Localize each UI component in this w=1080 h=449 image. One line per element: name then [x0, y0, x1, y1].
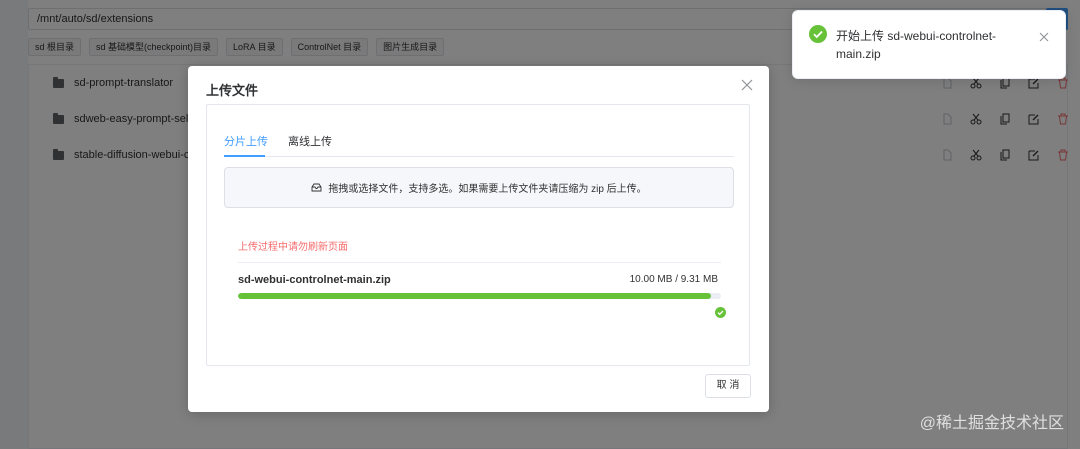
upload-progress-bar — [238, 293, 721, 299]
close-icon[interactable] — [1039, 29, 1049, 42]
check-circle-icon — [715, 307, 726, 318]
upload-panel: 分片上传 离线上传 拖拽或选择文件，支持多选。如果需要上传文件夹请压缩为 zip… — [206, 104, 750, 366]
cancel-button[interactable]: 取 消 — [705, 374, 751, 398]
inbox-icon — [311, 183, 322, 192]
upload-file-name: sd-webui-controlnet-main.zip — [238, 274, 391, 286]
active-tab-indicator — [224, 155, 265, 157]
watermark-text: @稀土掘金技术社区 — [919, 415, 1064, 432]
upload-dialog: 上传文件 分片上传 离线上传 拖拽或选择文件，支持多选。如果需要上传文件夹请压缩… — [188, 66, 769, 412]
close-icon[interactable] — [741, 78, 753, 91]
file-drop-zone[interactable]: 拖拽或选择文件，支持多选。如果需要上传文件夹请压缩为 zip 后上传。 — [224, 167, 734, 208]
upload-progress-fill — [238, 293, 712, 299]
upload-warning: 上传过程中请勿刷新页面 — [238, 242, 348, 253]
success-check-icon — [809, 25, 827, 43]
dialog-title: 上传文件 — [206, 83, 259, 98]
tab-offline-upload[interactable]: 离线上传 — [288, 133, 332, 149]
notification-message: 开始上传 sd-webui-controlnet-main.zip — [836, 29, 997, 61]
drop-hint-text: 拖拽或选择文件，支持多选。如果需要上传文件夹请压缩为 zip 后上传。 — [328, 184, 647, 195]
upload-tabs: 分片上传 离线上传 — [224, 129, 734, 157]
upload-notification: 开始上传 sd-webui-controlnet-main.zip — [792, 10, 1066, 79]
upload-file-size: 10.00 MB / 9.31 MB — [629, 274, 718, 285]
divider — [238, 262, 721, 263]
tab-chunk-upload[interactable]: 分片上传 — [224, 133, 268, 149]
